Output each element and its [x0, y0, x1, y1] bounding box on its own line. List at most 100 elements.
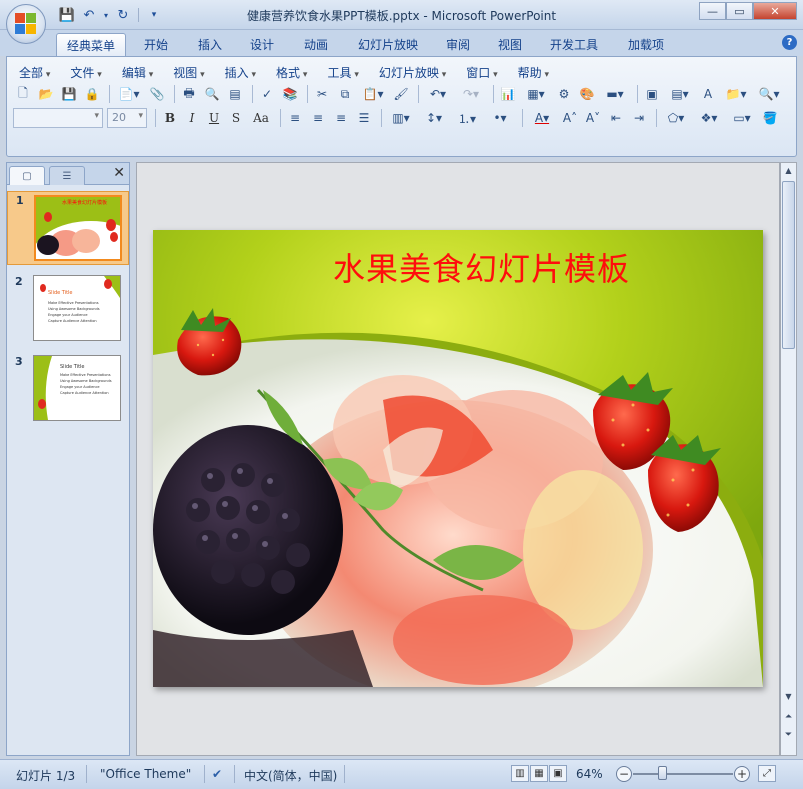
new-file-icon[interactable]: 🗋: [13, 84, 33, 104]
table-icon[interactable]: ▦▾: [521, 84, 551, 104]
menu-help[interactable]: 帮助: [512, 63, 555, 82]
outline-tab[interactable]: ☰: [49, 166, 85, 185]
open-folder-dropdown-icon[interactable]: 📁▾: [721, 84, 751, 104]
tab-design[interactable]: 设计: [240, 33, 284, 56]
quick-styles-icon[interactable]: ▭▾: [727, 108, 757, 128]
reference-icon[interactable]: 📚: [280, 84, 300, 104]
tab-review[interactable]: 审阅: [436, 33, 480, 56]
tab-classic-menu[interactable]: 经典菜单: [56, 33, 127, 56]
line-spacing-icon[interactable]: ↕▾: [419, 108, 449, 128]
tab-view[interactable]: 视图: [488, 33, 532, 56]
italic-button[interactable]: I: [182, 108, 202, 128]
new-slide-icon[interactable]: ▣: [642, 84, 662, 104]
close-panel-icon[interactable]: ✕: [113, 165, 125, 181]
zoom-level[interactable]: 64%: [576, 767, 603, 781]
open-folder-icon[interactable]: 📂: [36, 84, 56, 104]
arrange-icon[interactable]: ❖▾: [694, 108, 724, 128]
export-icon[interactable]: 📄▾: [114, 84, 144, 104]
tab-developer[interactable]: 开发工具: [540, 33, 608, 56]
align-right-icon[interactable]: ≡: [331, 108, 351, 128]
help-icon[interactable]: ?: [782, 35, 797, 50]
menu-slideshow[interactable]: 幻灯片放映: [373, 63, 452, 82]
menu-all[interactable]: 全部: [13, 63, 56, 82]
vertical-scrollbar[interactable]: ▲ ▼ ⏶ ⏷: [780, 162, 797, 756]
menu-view[interactable]: 视图: [167, 63, 210, 82]
increase-indent-icon[interactable]: ⇥: [629, 108, 649, 128]
save-icon[interactable]: 💾: [59, 84, 79, 104]
zoom-slider[interactable]: [633, 773, 733, 775]
tab-addins[interactable]: 加载项: [618, 33, 674, 56]
zoom-slider-knob[interactable]: [658, 766, 667, 780]
slide-sorter-icon[interactable]: ▦: [530, 765, 548, 782]
maximize-button[interactable]: ▭: [726, 2, 753, 20]
normal-view-icon[interactable]: ▥: [511, 765, 529, 782]
minimize-button[interactable]: —: [699, 2, 726, 20]
shapes-icon[interactable]: ⬠▾: [661, 108, 691, 128]
spelling-icon[interactable]: ✓: [257, 84, 277, 104]
copy-icon[interactable]: ⧉: [335, 84, 355, 104]
fit-to-window-icon[interactable]: ⤢: [758, 765, 776, 782]
undo-icon[interactable]: ↶▾: [423, 84, 453, 104]
tab-home[interactable]: 开始: [134, 33, 178, 56]
shape-fill-icon[interactable]: 🪣: [760, 108, 780, 128]
columns-icon[interactable]: ▥▾: [386, 108, 416, 128]
find-icon[interactable]: 🔍▾: [754, 84, 784, 104]
close-button[interactable]: ✕: [753, 2, 797, 20]
scroll-down-icon[interactable]: ▼: [781, 689, 796, 704]
tab-animations[interactable]: 动画: [294, 33, 338, 56]
print-icon[interactable]: 🖶: [179, 84, 199, 104]
research-icon[interactable]: ▤: [225, 84, 245, 104]
menu-window[interactable]: 窗口: [460, 63, 503, 82]
grow-font-icon[interactable]: A˄: [560, 108, 580, 128]
cut-icon[interactable]: ✂: [312, 84, 332, 104]
font-color-icon[interactable]: A▾: [527, 108, 557, 128]
tab-insert[interactable]: 插入: [188, 33, 232, 56]
current-slide[interactable]: 水果美食幻灯片模板: [153, 230, 763, 687]
slide-title[interactable]: 水果美食幻灯片模板: [333, 244, 630, 290]
color-grayscale-icon[interactable]: ▬▾: [600, 84, 630, 104]
change-case-button[interactable]: Aa: [248, 108, 274, 128]
format-painter-icon[interactable]: 🖌: [391, 84, 411, 104]
scroll-thumb[interactable]: [782, 181, 795, 349]
font-size-select[interactable]: 20: [107, 108, 147, 128]
permission-icon[interactable]: 🔒: [82, 84, 102, 104]
justify-icon[interactable]: ☰: [354, 108, 374, 128]
bold-button[interactable]: B: [160, 108, 180, 128]
align-center-icon[interactable]: ≡: [308, 108, 328, 128]
menu-tools[interactable]: 工具: [321, 63, 364, 82]
align-left-icon[interactable]: ≡: [285, 108, 305, 128]
paste-icon[interactable]: 📋▾: [358, 84, 388, 104]
bullets-icon[interactable]: •▾: [485, 108, 515, 128]
print-preview-icon[interactable]: 🔍: [202, 84, 222, 104]
layout-icon[interactable]: ▤▾: [665, 84, 695, 104]
shadow-button[interactable]: S: [226, 108, 246, 128]
slide-thumbnail-1[interactable]: 1 水果美食幻灯片模板: [7, 191, 129, 265]
attach-icon[interactable]: 📎: [147, 84, 167, 104]
next-slide-icon[interactable]: ⏷: [781, 727, 796, 742]
scroll-up-icon[interactable]: ▲: [781, 163, 796, 178]
redo-icon[interactable]: ↷▾: [456, 84, 486, 104]
numbering-icon[interactable]: ⒈▾: [452, 108, 482, 128]
textbox-icon[interactable]: A: [698, 84, 718, 104]
underline-button[interactable]: U: [204, 108, 224, 128]
slide-thumbnail-3[interactable]: 3 Slide Title Make Effective Presentatio…: [7, 353, 129, 425]
zoom-in-icon[interactable]: +: [734, 766, 750, 782]
slide-editor[interactable]: 水果美食幻灯片模板: [136, 162, 780, 756]
decrease-indent-icon[interactable]: ⇤: [606, 108, 626, 128]
smartart-icon[interactable]: 🎨: [577, 84, 597, 104]
chart-icon[interactable]: 📊: [498, 84, 518, 104]
menu-insert[interactable]: 插入: [219, 63, 262, 82]
menu-file[interactable]: 文件: [64, 63, 107, 82]
menu-edit[interactable]: 编辑: [116, 63, 159, 82]
previous-slide-icon[interactable]: ⏶: [781, 709, 796, 724]
spell-check-icon[interactable]: ✔: [212, 767, 222, 781]
zoom-out-icon[interactable]: −: [616, 766, 632, 782]
slides-tab[interactable]: ▢: [9, 166, 45, 185]
font-name-select[interactable]: [13, 108, 103, 128]
slide-thumbnail-2[interactable]: 2 Slide Title Make Effective Presentatio…: [7, 273, 129, 345]
shrink-font-icon[interactable]: A˅: [583, 108, 603, 128]
menu-format[interactable]: 格式: [270, 63, 313, 82]
clipart-icon[interactable]: ⚙: [554, 84, 574, 104]
tab-slideshow[interactable]: 幻灯片放映: [348, 33, 428, 56]
slideshow-view-icon[interactable]: ▣: [549, 765, 567, 782]
